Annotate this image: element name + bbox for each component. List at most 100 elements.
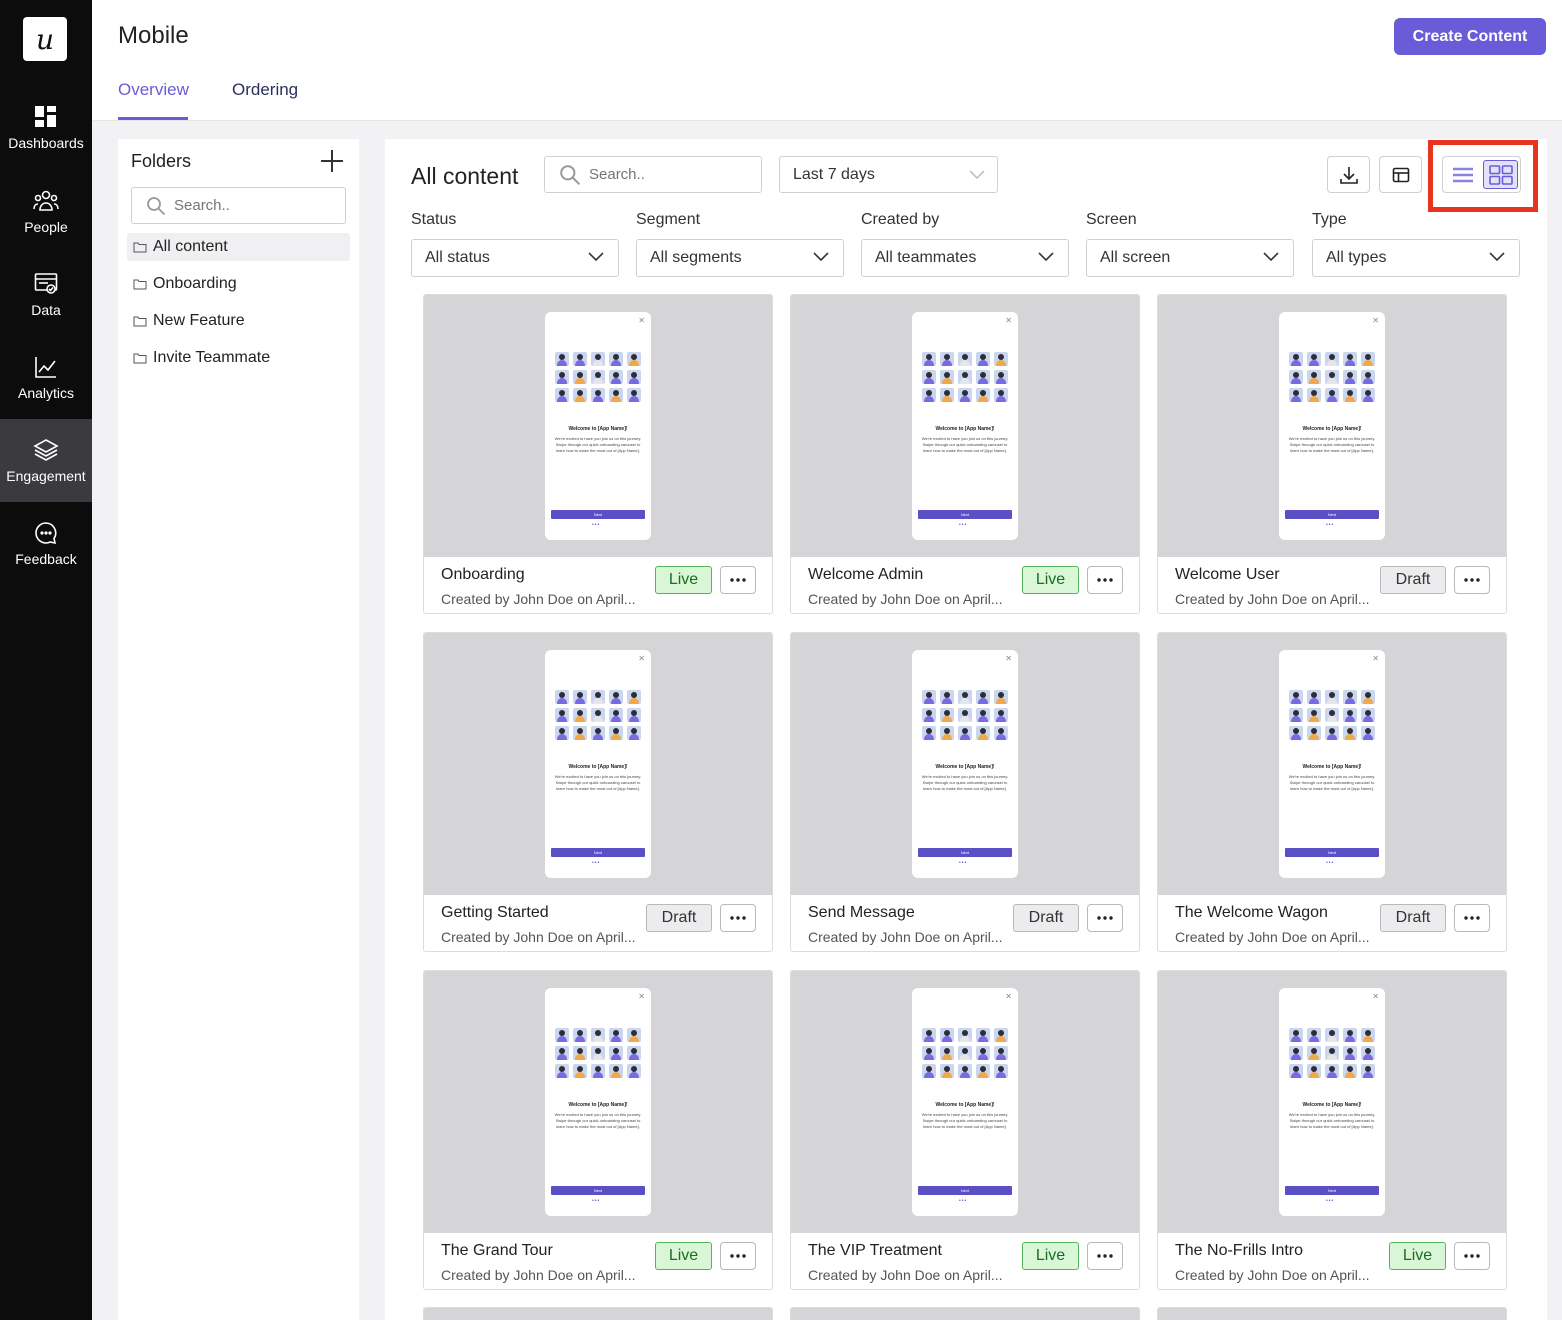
content-card[interactable]: ✕ Welcome to [App Name]! We're excited t…	[1157, 632, 1507, 952]
content-card-partial[interactable]	[1157, 1307, 1507, 1320]
preview-text: We're excited to have you join us on thi…	[554, 1112, 642, 1129]
folders-search-field[interactable]	[131, 187, 346, 224]
more-options-button[interactable]	[720, 1242, 756, 1270]
created-by-filter-select[interactable]: All teammates	[861, 239, 1069, 277]
more-options-button[interactable]	[1454, 566, 1490, 594]
folder-item-new-feature[interactable]: New Feature	[127, 307, 350, 335]
filter-label-type: Type	[1312, 211, 1347, 228]
more-options-button[interactable]	[1454, 904, 1490, 932]
sidebar-item-feedback[interactable]: Feedback	[0, 502, 92, 585]
close-icon: ✕	[1372, 992, 1379, 1001]
content-card[interactable]: ✕ Welcome to [App Name]! We're excited t…	[423, 294, 773, 614]
more-options-button[interactable]	[1087, 904, 1123, 932]
date-range-value: Last 7 days	[793, 165, 875, 183]
sidebar-item-label: Analytics	[17, 384, 75, 401]
more-options-button[interactable]	[1454, 1242, 1490, 1270]
content-card[interactable]: ✕ Welcome to [App Name]! We're excited t…	[1157, 970, 1507, 1290]
folder-item-all-content[interactable]: All content	[127, 233, 350, 261]
card-meta: Created by John Doe on April...	[441, 929, 636, 945]
folder-item-invite-teammate[interactable]: Invite Teammate	[127, 344, 350, 372]
card-preview[interactable]: ✕ Welcome to [App Name]! We're excited t…	[791, 971, 1139, 1233]
date-range-select[interactable]: Last 7 days	[779, 156, 998, 193]
card-preview[interactable]: ✕ Welcome to [App Name]! We're excited t…	[424, 295, 772, 557]
tab-overview[interactable]: Overview	[118, 80, 189, 100]
preview-next-button: Next	[551, 1186, 645, 1195]
content-card[interactable]: ✕ Welcome to [App Name]! We're excited t…	[423, 970, 773, 1290]
engagement-icon	[33, 438, 59, 461]
more-icon	[730, 578, 746, 582]
content-card-partial[interactable]	[423, 1307, 773, 1320]
list-view-button[interactable]	[1446, 160, 1480, 189]
preview-title: Welcome to [App Name]!	[935, 1102, 995, 1108]
more-options-button[interactable]	[1087, 1242, 1123, 1270]
status-badge: Live	[655, 566, 712, 594]
content-card[interactable]: ✕ Welcome to [App Name]! We're excited t…	[1157, 294, 1507, 614]
segment-filter-select[interactable]: All segments	[636, 239, 844, 277]
preview-text: We're excited to have you join us on thi…	[554, 436, 642, 453]
grid-view-button[interactable]	[1483, 160, 1518, 189]
folder-icon	[133, 279, 147, 290]
chevron-down-icon	[1263, 252, 1279, 262]
columns-button[interactable]	[1379, 156, 1422, 193]
sidebar-item-dashboards[interactable]: Dashboards	[0, 86, 92, 169]
status-badge: Draft	[1380, 904, 1446, 932]
mobile-preview: ✕ Welcome to [App Name]! We're excited t…	[1279, 312, 1385, 540]
preview-next-button: Next	[918, 510, 1012, 519]
download-button[interactable]	[1327, 156, 1370, 193]
status-badge: Live	[1389, 1242, 1446, 1270]
close-icon: ✕	[638, 654, 645, 663]
more-options-button[interactable]	[720, 566, 756, 594]
add-folder-icon[interactable]	[319, 148, 345, 174]
status-filter-select[interactable]: All status	[411, 239, 619, 277]
card-preview[interactable]: ✕ Welcome to [App Name]! We're excited t…	[424, 971, 772, 1233]
avatar-illustration	[555, 352, 641, 402]
preview-title: Welcome to [App Name]!	[1302, 426, 1362, 432]
userpilot-logo[interactable]: u	[23, 17, 67, 61]
folder-label: Onboarding	[153, 275, 237, 292]
carousel-dots: •••	[592, 1198, 601, 1204]
folders-search-input[interactable]	[174, 197, 314, 214]
more-icon	[1097, 916, 1113, 920]
tab-ordering[interactable]: Ordering	[232, 80, 298, 100]
card-preview[interactable]: ✕ Welcome to [App Name]! We're excited t…	[424, 633, 772, 895]
close-icon: ✕	[1372, 316, 1379, 325]
content-search-field[interactable]	[544, 156, 762, 193]
close-icon: ✕	[1005, 316, 1012, 325]
preview-next-button: Next	[551, 510, 645, 519]
content-card-partial[interactable]	[790, 1307, 1140, 1320]
content-card[interactable]: ✕ Welcome to [App Name]! We're excited t…	[790, 970, 1140, 1290]
chevron-down-icon	[1489, 252, 1505, 262]
card-preview[interactable]: ✕ Welcome to [App Name]! We're excited t…	[1158, 295, 1506, 557]
sidebar-item-label: Data	[31, 301, 61, 318]
card-title: The No-Frills Intro	[1175, 1242, 1304, 1259]
folder-item-onboarding[interactable]: Onboarding	[127, 270, 350, 298]
content-card[interactable]: ✕ Welcome to [App Name]! We're excited t…	[790, 294, 1140, 614]
preview-title: Welcome to [App Name]!	[568, 426, 628, 432]
create-content-button[interactable]: Create Content	[1394, 18, 1546, 55]
card-preview[interactable]: ✕ Welcome to [App Name]! We're excited t…	[1158, 633, 1506, 895]
sidebar-item-people[interactable]: People	[0, 170, 92, 253]
mobile-preview: ✕ Welcome to [App Name]! We're excited t…	[545, 650, 651, 878]
sidebar-item-analytics[interactable]: Analytics	[0, 336, 92, 419]
sidebar-item-data[interactable]: Data	[0, 253, 92, 336]
more-options-button[interactable]	[720, 904, 756, 932]
card-preview[interactable]: ✕ Welcome to [App Name]! We're excited t…	[791, 295, 1139, 557]
screen-filter-select[interactable]: All screen	[1086, 239, 1294, 277]
card-preview[interactable]: ✕ Welcome to [App Name]! We're excited t…	[1158, 971, 1506, 1233]
status-badge: Draft	[646, 904, 712, 932]
type-filter-select[interactable]: All types	[1312, 239, 1520, 277]
more-icon	[1464, 578, 1480, 582]
card-preview[interactable]: ✕ Welcome to [App Name]! We're excited t…	[791, 633, 1139, 895]
card-meta: Created by John Doe on April...	[441, 1267, 636, 1283]
more-options-button[interactable]	[1087, 566, 1123, 594]
data-icon	[34, 272, 58, 294]
preview-next-button: Next	[918, 1186, 1012, 1195]
preview-title: Welcome to [App Name]!	[568, 1102, 628, 1108]
content-search-input[interactable]	[589, 166, 731, 183]
sidebar-item-engagement[interactable]: Engagement	[0, 419, 92, 502]
chevron-down-icon	[969, 170, 985, 180]
content-card[interactable]: ✕ Welcome to [App Name]! We're excited t…	[790, 632, 1140, 952]
content-card[interactable]: ✕ Welcome to [App Name]! We're excited t…	[423, 632, 773, 952]
grid-view-icon	[1488, 164, 1513, 185]
close-icon: ✕	[1005, 654, 1012, 663]
